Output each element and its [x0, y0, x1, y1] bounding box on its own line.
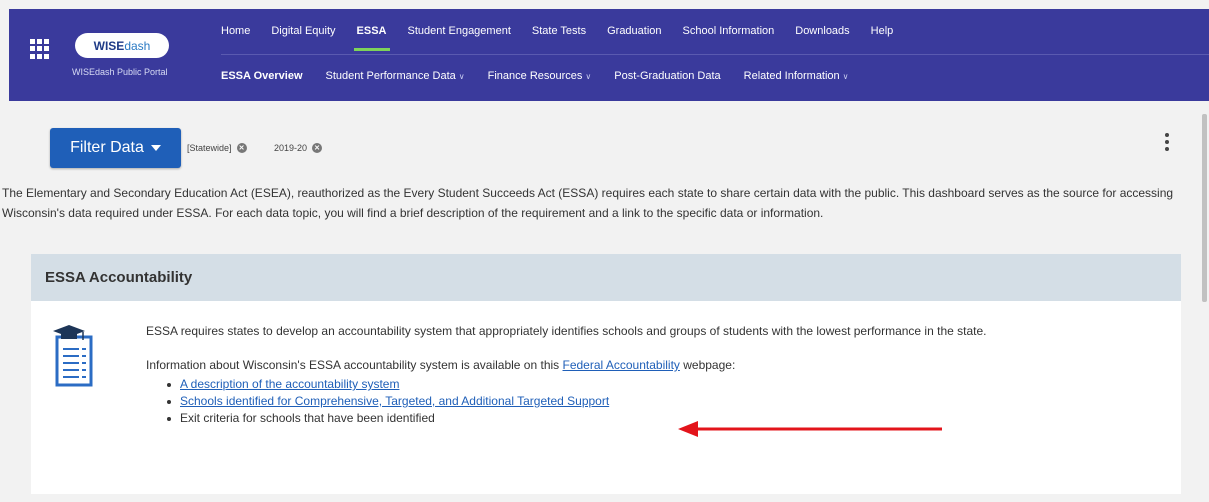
subnav-finance-resources[interactable]: Finance Resources ∨ [488, 70, 592, 82]
subnav-student-performance-data[interactable]: Student Performance Data ∨ [326, 70, 465, 82]
subnav-post-graduation-data[interactable]: Post-Graduation Data [614, 70, 720, 82]
schools-identified-link[interactable]: Schools identified for Comprehensive, Ta… [180, 394, 609, 408]
nav-home[interactable]: Home [221, 25, 250, 37]
nav-state-tests[interactable]: State Tests [532, 25, 586, 37]
accountability-description-link[interactable]: A description of the accountability syst… [180, 377, 399, 391]
accountability-list: A description of the accountability syst… [146, 376, 1086, 427]
paragraph-text: webpage: [679, 358, 736, 372]
nav-graduation[interactable]: Graduation [607, 25, 661, 37]
nav-divider [221, 54, 1209, 55]
essa-accountability-card: ESSA Accountability ESSA requires states… [31, 254, 1181, 494]
chevron-down-icon: ∨ [458, 72, 465, 81]
list-item: Exit criteria for schools that have been… [165, 410, 1086, 427]
logo-text: WISEdash [93, 38, 151, 53]
filter-chip-year[interactable]: 2019-20 ✕ [274, 143, 323, 153]
caret-down-icon [150, 145, 161, 151]
subnav-label: Student Performance Data [325, 70, 456, 82]
chip-label: [Statewide] [187, 143, 232, 153]
top-header: WISEdash WISEdash Public Portal Home Dig… [9, 9, 1209, 101]
card-body: ESSA requires states to develop an accou… [146, 322, 1086, 427]
nav-student-engagement[interactable]: Student Engagement [408, 25, 511, 37]
subnav-essa-overview[interactable]: ESSA Overview [221, 70, 303, 82]
portal-name: WISEdash Public Portal [72, 67, 168, 77]
chip-label: 2019-20 [274, 143, 308, 153]
remove-chip-icon[interactable]: ✕ [236, 143, 247, 153]
red-annotation-arrow [678, 421, 942, 437]
wisedash-logo[interactable]: WISEdash [75, 33, 169, 58]
page-scrollbar[interactable] [1200, 104, 1209, 502]
subnav-label: Finance Resources [487, 70, 583, 82]
filter-chip-statewide[interactable]: [Statewide] ✕ [187, 143, 247, 153]
list-item: Schools identified for Comprehensive, Ta… [165, 393, 1086, 410]
card-title: ESSA Accountability [31, 254, 1181, 301]
card-paragraph-2: Information about Wisconsin's ESSA accou… [146, 356, 1086, 374]
subnav-label: Related Information [743, 70, 840, 82]
filter-button-label: Filter Data [70, 139, 144, 156]
filter-data-button[interactable]: Filter Data [50, 128, 181, 168]
main-nav: Home Digital Equity ESSA Student Engagem… [221, 25, 914, 51]
chevron-down-icon: ∨ [842, 72, 849, 81]
remove-chip-icon[interactable]: ✕ [312, 143, 323, 153]
nav-digital-equity[interactable]: Digital Equity [271, 25, 335, 37]
nav-school-information[interactable]: School Information [683, 25, 775, 37]
nav-downloads[interactable]: Downloads [795, 25, 849, 37]
graduation-document-icon [53, 325, 93, 387]
subnav-related-information[interactable]: Related Information ∨ [744, 70, 849, 82]
scrollbar-thumb[interactable] [1202, 114, 1207, 302]
card-paragraph-1: ESSA requires states to develop an accou… [146, 324, 987, 338]
exit-criteria-text: Exit criteria for schools that have been… [180, 411, 435, 425]
nav-essa[interactable]: ESSA [353, 25, 390, 51]
list-item: A description of the accountability syst… [165, 376, 1086, 393]
intro-text: The Elementary and Secondary Education A… [2, 186, 1174, 220]
nav-help[interactable]: Help [871, 25, 894, 37]
chevron-down-icon: ∨ [585, 72, 592, 81]
federal-accountability-link[interactable]: Federal Accountability [563, 358, 680, 372]
paragraph-text: Information about Wisconsin's ESSA accou… [146, 358, 563, 372]
more-options-icon[interactable] [1165, 133, 1169, 151]
app-grid-icon[interactable] [30, 39, 50, 59]
sub-nav: ESSA Overview Student Performance Data ∨ … [221, 70, 872, 82]
